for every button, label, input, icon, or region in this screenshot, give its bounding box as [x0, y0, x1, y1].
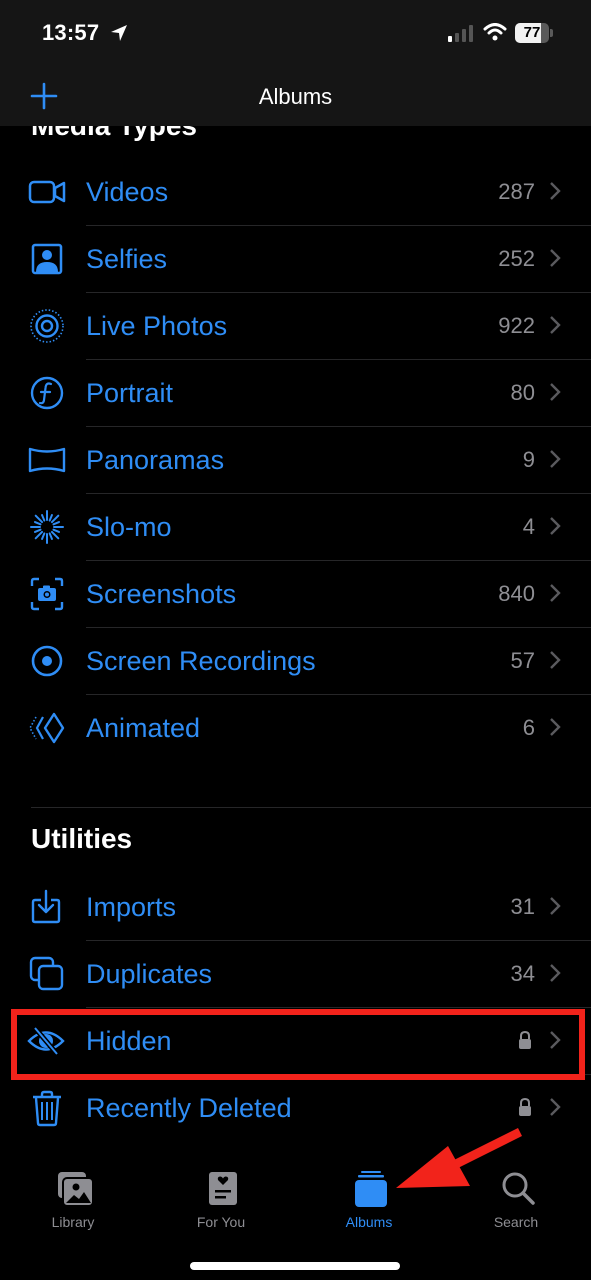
list-item-label: Imports: [86, 892, 177, 922]
tab-for-you[interactable]: For You: [166, 1170, 276, 1240]
animated-icon: [29, 712, 65, 744]
slomo-ray: [34, 514, 44, 524]
slomo-ray: [48, 513, 53, 522]
battery-body: 77: [515, 23, 549, 43]
list-item-count: 922: [498, 313, 535, 338]
list-item-panoramas[interactable]: Panoramas 9: [0, 427, 591, 494]
panorama-icon: [28, 447, 66, 473]
slomo-ray: [52, 528, 61, 533]
albums-list[interactable]: Media Types Videos 287 Selfies 252 Live …: [0, 126, 591, 1150]
section-title-utilities: Utilities: [31, 823, 133, 854]
list-item-portrait[interactable]: Portrait 80: [0, 360, 591, 427]
list-item-label: Videos: [86, 177, 169, 207]
list-item-label: Portrait: [86, 378, 174, 408]
screenshot-camera-icon: [30, 577, 64, 611]
tab-label: Albums: [345, 1214, 393, 1230]
list-item-imports[interactable]: Imports 31: [0, 874, 591, 941]
list-item-count: 31: [510, 894, 535, 919]
list-item-label: Duplicates: [86, 959, 213, 989]
tab-label: For You: [196, 1214, 246, 1230]
albums-stack-icon: [355, 1171, 387, 1207]
chevron-right-icon: [550, 897, 561, 915]
wifi-icon: [483, 23, 507, 41]
photo-library-icon: [58, 1172, 94, 1207]
list-item-count: 4: [522, 514, 535, 539]
chevron-right-icon: [550, 651, 561, 669]
list-item-selfies[interactable]: Selfies 252: [0, 226, 591, 293]
home-indicator[interactable]: [190, 1262, 400, 1270]
list-item-count: 9: [522, 447, 535, 472]
tab-library[interactable]: Library: [18, 1170, 128, 1240]
slomo-ray: [41, 532, 46, 541]
list-item-count: 287: [498, 179, 535, 204]
list-item-count: 80: [510, 380, 535, 405]
list-item-label: Screenshots: [86, 579, 237, 609]
chevron-right-icon: [550, 450, 561, 468]
page-title: Albums: [258, 84, 333, 109]
battery-indicator: 77: [515, 23, 553, 43]
list-item-label: Recently Deleted: [86, 1093, 292, 1123]
video-camera-icon: [28, 180, 66, 204]
chevron-right-icon: [550, 249, 561, 267]
annotation-highlight-box: [11, 1009, 585, 1080]
slomo-ray: [33, 521, 42, 526]
list-item-animated[interactable]: Animated 6: [0, 695, 591, 762]
tab-label: Search: [493, 1214, 539, 1230]
chevron-right-icon: [550, 316, 561, 334]
list-item-count: 840: [498, 581, 535, 606]
list-item-count: 57: [510, 648, 535, 673]
list-item-live-photos[interactable]: Live Photos 922: [0, 293, 591, 360]
list-item-label: Panoramas: [86, 445, 225, 475]
list-item-label: Animated: [86, 713, 201, 743]
status-bar: 13:57 77: [0, 0, 591, 68]
list-item-label: Selfies: [86, 244, 168, 274]
chevron-right-icon: [550, 584, 561, 602]
chevron-right-icon: [550, 1098, 561, 1116]
trash-icon: [33, 1090, 61, 1127]
section-title-media-types: Media Types: [31, 126, 197, 142]
list-item-screen-recordings[interactable]: Screen Recordings 57: [0, 628, 591, 695]
chevron-right-icon: [550, 718, 561, 736]
portrait-f-icon: [30, 376, 64, 410]
slomo-ray: [41, 513, 46, 522]
list-item-screenshots[interactable]: Screenshots 840: [0, 561, 591, 628]
slomo-ray: [50, 530, 60, 540]
section-divider: [31, 807, 591, 808]
list-item-count: 252: [498, 246, 535, 271]
selfie-portrait-icon: [31, 243, 63, 275]
screen-recording-icon: [31, 645, 63, 677]
slomo-ray: [33, 528, 42, 533]
slomo-ray: [52, 521, 61, 526]
list-item-label: Live Photos: [86, 311, 228, 341]
tab-label: Library: [51, 1214, 95, 1230]
list-item-count: 34: [510, 961, 535, 986]
list-item-slo-mo[interactable]: Slo-mo 4: [0, 494, 591, 561]
status-time: 13:57: [42, 20, 100, 45]
slomo-ray: [34, 530, 44, 540]
duplicates-icon: [29, 956, 64, 991]
battery-percent: 77: [523, 24, 541, 41]
list-item-duplicates[interactable]: Duplicates 34: [0, 941, 591, 1008]
chevron-right-icon: [550, 182, 561, 200]
annotation-arrow-icon: [396, 1127, 523, 1188]
list-item-count: 6: [522, 715, 535, 740]
cellular-signal-icon: [448, 25, 473, 42]
chevron-right-icon: [550, 964, 561, 982]
slomo-icon: [30, 510, 64, 544]
list-item-videos[interactable]: Videos 287: [0, 159, 591, 226]
slomo-ray: [48, 532, 53, 541]
chevron-right-icon: [550, 383, 561, 401]
chevron-right-icon: [550, 517, 561, 535]
slomo-ray: [50, 514, 60, 524]
live-photo-icon: [30, 309, 64, 343]
location-arrow-icon: [111, 25, 127, 41]
lock-icon: [519, 1097, 531, 1116]
list-item-label: Screen Recordings: [86, 646, 316, 676]
list-item-label: Slo-mo: [86, 512, 172, 542]
battery-cap: [550, 29, 553, 37]
for-you-heart-card-icon: [209, 1172, 237, 1205]
navigation-bar: Albums: [0, 68, 591, 126]
import-tray-icon: [31, 889, 61, 924]
